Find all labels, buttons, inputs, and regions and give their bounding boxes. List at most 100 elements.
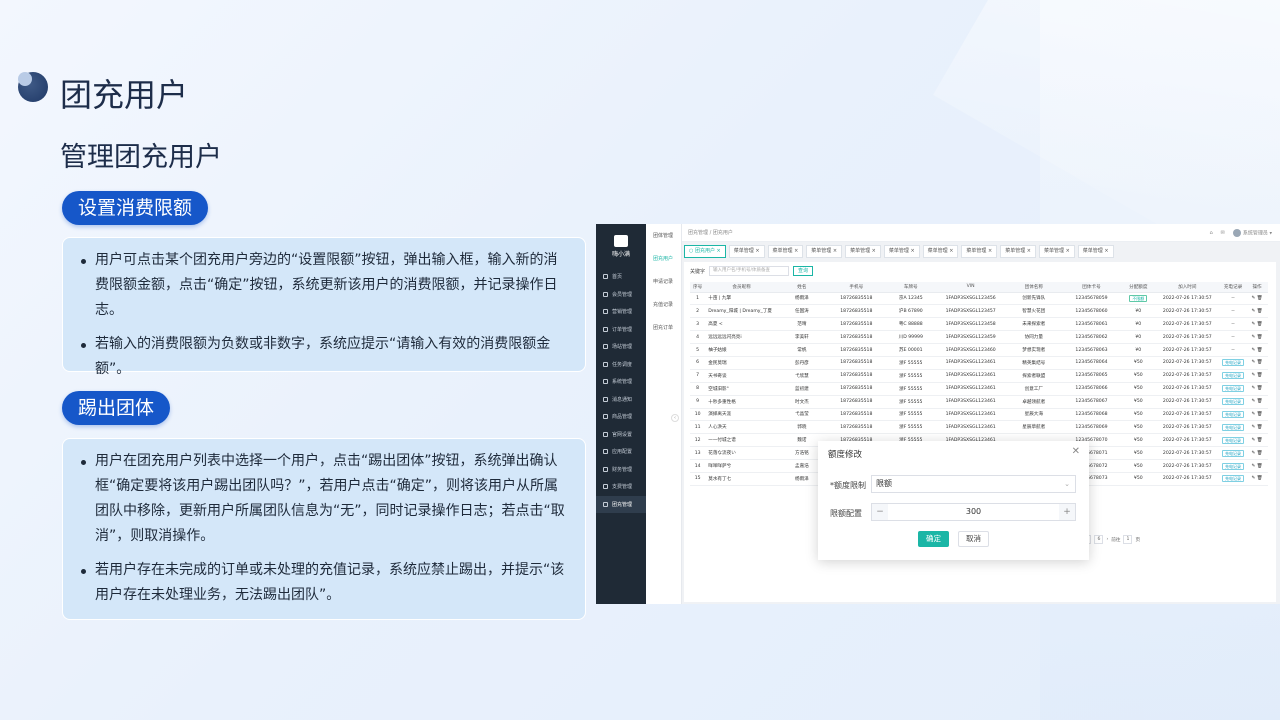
delete-icon[interactable]: 🗑 (1257, 399, 1263, 404)
sidebar-item[interactable]: 订单管理 (596, 321, 646, 339)
cancel-button[interactable]: 取消 (958, 531, 989, 547)
collapse-toggle-icon[interactable]: ‹ (671, 414, 679, 422)
decrement-button[interactable]: − (872, 504, 888, 520)
table-row[interactable]: 10 演绎离天涯 弋晶莹 18726835518 浙F 55555 1FADP3SXSGL… (690, 408, 1268, 422)
delete-icon[interactable]: 🗑 (1257, 335, 1263, 340)
table-header-cell: 充电记录 (1219, 282, 1247, 293)
charge-record-link[interactable]: 充电记录 (1222, 462, 1245, 470)
sidebar-item[interactable]: 应用配置 (596, 443, 646, 461)
sidebar-item[interactable]: 财务管理 (596, 461, 646, 479)
table-row[interactable]: 4 远远远远闪亮亮i 李美轩 18726835518 川D 99999 1FADP3SXS… (690, 330, 1268, 345)
close-icon[interactable]: ✕ (1072, 446, 1080, 457)
goto-input[interactable]: 1 (1123, 535, 1133, 544)
table-row[interactable]: 3 高夏 < 范晴 18726835518 粤C 88888 1FADP3SXSGL123… (690, 317, 1268, 332)
tab-item[interactable]: 菜单管理 × (728, 245, 765, 258)
sidebar-item[interactable]: 任务调度 (596, 356, 646, 374)
sub-nav-item[interactable]: 充值记录 (646, 293, 681, 316)
table-row[interactable]: 2 Dreamy_阳城 | Dreamy_丁夏 任国涛 18726835518 沪B 6… (690, 304, 1268, 319)
table-row[interactable]: 5 柚子姑娘 常帆 18726835518 苏E 00001 1FADP3SXSGL123… (690, 343, 1268, 357)
tab-item[interactable]: 菜单管理 × (961, 245, 998, 258)
tab-item[interactable]: 菜单管理 × (1000, 245, 1036, 258)
tab-item[interactable]: 菜单管理 × (767, 245, 804, 258)
table-cell: ¥50 (1121, 433, 1155, 448)
table-row[interactable]: 7 天书奇谈 弋欣慧 18726835518 浙F 55555 1FADP3SXSGL12… (690, 369, 1268, 383)
charge-record-link[interactable]: 充电记录 (1222, 385, 1245, 393)
tab-item[interactable]: 菜单管理 × (1038, 245, 1075, 258)
sidebar-item[interactable]: 系统管理 (596, 373, 646, 391)
amount-input[interactable]: 300 (888, 504, 1059, 520)
sub-nav-item[interactable]: 团充订单 (646, 316, 681, 339)
sub-nav-item[interactable]: 团体管理 (646, 224, 681, 247)
delete-icon[interactable]: 🗑 (1257, 464, 1263, 469)
delete-icon[interactable]: 🗑 (1257, 451, 1263, 456)
table-cell: -- (1219, 317, 1247, 332)
page-number[interactable]: 6 (1094, 535, 1104, 544)
charge-record-link[interactable]: 充电记录 (1222, 398, 1245, 406)
sub-nav-item[interactable]: 申请记录 (646, 270, 681, 293)
delete-icon[interactable]: 🗑 (1257, 438, 1263, 443)
table-cell: 18726835518 (825, 292, 887, 306)
sidebar-item[interactable]: 营销管理 (596, 303, 646, 321)
tab-item[interactable]: 菜单管理 × (845, 245, 881, 258)
table-cell: 18726835518 (825, 304, 887, 319)
mail-icon[interactable]: ✉ (1221, 230, 1225, 236)
table-cell: 18726835518 (825, 356, 887, 370)
search-button[interactable]: 查询 (793, 266, 814, 276)
home-icon[interactable]: ⌂ (1209, 230, 1212, 236)
charge-record-link[interactable]: 充电记录 (1222, 423, 1245, 431)
sidebar-item[interactable]: 团充管理 (596, 495, 646, 513)
search-input[interactable]: 输入用户名/手机号/体质备查 (709, 266, 790, 276)
delete-icon[interactable]: 🗑 (1257, 425, 1263, 430)
table-cell: 10 (690, 408, 706, 422)
charge-record-link[interactable]: 充电记录 (1222, 359, 1245, 367)
limit-badge: 不限额 (1129, 294, 1148, 302)
sidebar-item[interactable]: 消息通知 (596, 391, 646, 409)
delete-icon[interactable]: 🗑 (1257, 322, 1263, 327)
table-cell: 弋欣慧 (777, 369, 826, 383)
limit-select[interactable]: 限额 ⌄ (871, 475, 1076, 493)
table-cell: 天书奇谈 (705, 369, 778, 383)
delete-icon[interactable]: 🗑 (1257, 296, 1263, 301)
delete-icon[interactable]: 🗑 (1257, 360, 1263, 365)
charge-record-link[interactable]: 充电记录 (1222, 475, 1245, 483)
delete-icon[interactable]: 🗑 (1257, 309, 1263, 314)
tab-item[interactable]: 菜单管理 × (922, 245, 959, 258)
confirm-button[interactable]: 确定 (918, 531, 949, 547)
next-page-icon[interactable]: › (1106, 537, 1108, 542)
table-row[interactable]: 6 金民莫瑞 彭丹彦 18726835518 浙F 55555 1FADP3SXSGL12… (690, 356, 1268, 370)
increment-button[interactable]: + (1059, 504, 1075, 520)
charge-record-link[interactable]: 充电记录 (1222, 372, 1245, 380)
charge-record-link[interactable]: 充电记录 (1222, 449, 1245, 457)
table-header-cell: 车牌号 (886, 282, 935, 293)
delete-icon[interactable]: 🗑 (1257, 412, 1263, 417)
table-row[interactable]: 11 人心涣天 郭晓 18726835518 浙F 55555 1FADP3SXSGL12… (690, 420, 1268, 435)
amount-stepper[interactable]: − 300 + (871, 503, 1076, 521)
table-cell-actions: ✎ 🗑 (1246, 420, 1268, 435)
table-cell: 充电记录 (1219, 472, 1247, 486)
delete-icon[interactable]: 🗑 (1257, 476, 1263, 481)
charge-record-link[interactable]: 充电记录 (1222, 410, 1245, 418)
sidebar-item[interactable]: 支费管理 (596, 478, 646, 496)
tab-item[interactable]: 菜单管理 × (1077, 245, 1114, 258)
sub-nav-item[interactable]: 团充用户 (646, 247, 681, 270)
delete-icon[interactable]: 🗑 (1257, 348, 1263, 353)
user-menu[interactable]: 系统管理员 ▾ (1232, 228, 1272, 237)
sidebar-item[interactable]: 会员管理 (596, 286, 646, 304)
table-cell: 12345678061 (1061, 317, 1122, 332)
table-cell: 创新先锋队 (1006, 292, 1062, 306)
sidebar-item[interactable]: 官网设置 (596, 426, 646, 444)
delete-icon[interactable]: 🗑 (1257, 373, 1263, 378)
delete-icon[interactable]: 🗑 (1257, 386, 1263, 391)
table-cell: 远远远远闪亮亮i (705, 330, 778, 345)
charge-record-link[interactable]: 充电记录 (1222, 436, 1245, 444)
tab-item[interactable]: 菜单管理 × (883, 245, 920, 258)
table-row[interactable]: 8 空城旧影° 蓝初建 18726835518 浙F 55555 1FADP3SXSGL1… (690, 382, 1268, 396)
tab-item[interactable]: ○ 团充用户 × (684, 245, 726, 258)
table-cell: 沪B 67890 (886, 304, 935, 319)
sidebar-item[interactable]: 场站管理 (596, 338, 646, 356)
table-row[interactable]: 1 十亩 | 九擎 杨雨泽 18726835518 京A 12345 1FADP3SXSG… (690, 292, 1268, 306)
sidebar-item[interactable]: 商品管理 (596, 408, 646, 426)
tab-item[interactable]: 菜单管理 × (806, 245, 843, 258)
table-row[interactable]: 9 十秒多重性格 时文杰 18726835518 浙F 55555 1FADP3SXSGL… (690, 395, 1268, 409)
sidebar-item[interactable]: 首页 (596, 268, 646, 286)
